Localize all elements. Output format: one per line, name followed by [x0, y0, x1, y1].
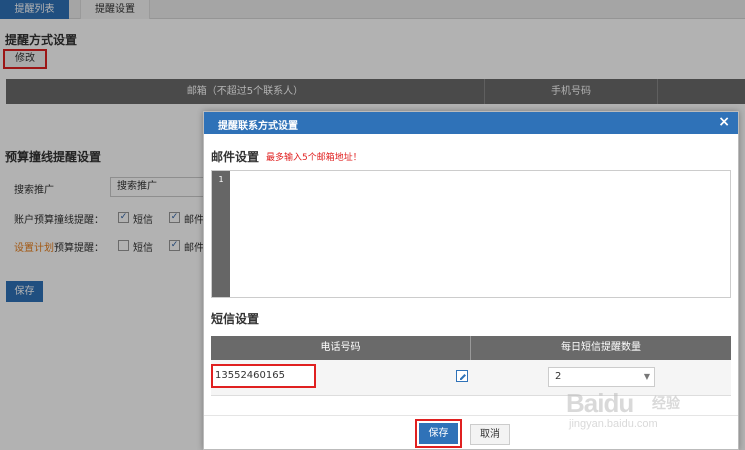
watermark-cn: 经验	[652, 396, 680, 412]
watermark: Baidu 经验 jingyan.baidu.com	[566, 388, 716, 432]
dialog-title: 提醒联系方式设置	[218, 121, 298, 132]
dialog-header: 提醒联系方式设置 ×	[204, 112, 738, 134]
watermark-logo: Baidu	[566, 388, 634, 418]
phone-number-value: 13552460165	[211, 364, 316, 388]
daily-sms-count-select[interactable]: 2 ▼	[548, 367, 655, 387]
edit-icon[interactable]	[456, 370, 468, 382]
mail-hint: 最多输入5个邮箱地址！	[266, 153, 362, 163]
chevron-down-icon: ▼	[643, 372, 650, 381]
sms-settings-title: 短信设置	[211, 312, 260, 326]
close-icon[interactable]: ×	[718, 114, 730, 130]
mail-settings-title: 邮件设置	[211, 150, 260, 164]
phone-number-header: 电话号码	[320, 342, 361, 353]
count-value: 2	[555, 371, 562, 382]
daily-sms-count-header: 每日短信提醒数量	[561, 342, 641, 353]
dialog-save-highlight: 保存	[415, 419, 462, 448]
dialog-cancel-button[interactable]: 取消	[470, 424, 510, 445]
sms-table-header: 电话号码 每日短信提醒数量	[211, 336, 731, 360]
line-number-gutter: 1	[212, 171, 230, 297]
email-editor[interactable]: 1	[211, 170, 731, 298]
watermark-url: jingyan.baidu.com	[569, 418, 658, 430]
dialog-save-button[interactable]: 保存	[419, 423, 458, 444]
